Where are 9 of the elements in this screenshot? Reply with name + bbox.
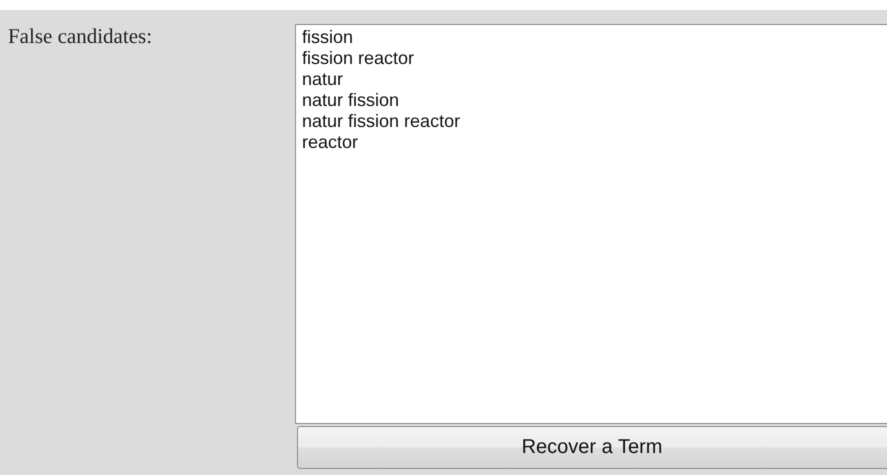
list-item[interactable]: natur fission reactor xyxy=(302,111,887,132)
list-item[interactable]: fission reactor xyxy=(302,48,887,69)
candidates-listbox[interactable]: fission fission reactor natur natur fission natur fission reactor reactor xyxy=(295,24,887,424)
list-item[interactable]: reactor xyxy=(302,132,887,153)
list-item[interactable]: natur fission xyxy=(302,90,887,111)
field-label: False candidates: xyxy=(8,24,152,48)
recover-button[interactable]: Recover a Term xyxy=(297,426,887,469)
list-item[interactable]: natur xyxy=(302,69,887,90)
list-item[interactable]: fission xyxy=(302,27,887,48)
